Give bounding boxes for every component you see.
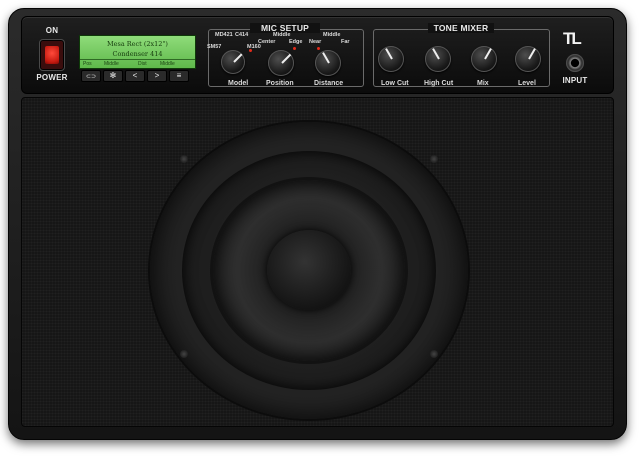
high-cut-knob[interactable] — [425, 46, 451, 72]
distance-option-near: Near — [309, 39, 322, 45]
next-button[interactable]: > — [147, 70, 167, 82]
distance-label: Distance — [314, 80, 344, 87]
power-lamp — [45, 46, 59, 64]
speaker — [150, 122, 468, 419]
menu-icon: ≡ — [176, 71, 182, 80]
distance-knob[interactable] — [315, 50, 341, 76]
cabinet-name: Mesa Rect (2x12") — [107, 40, 168, 48]
speaker-screw — [180, 155, 188, 163]
prev-icon: < — [132, 71, 138, 80]
speaker-screw — [180, 350, 188, 358]
position-option-edge: Edge — [289, 39, 303, 45]
settings-button[interactable]: ✻ — [103, 70, 123, 82]
distance-option-far: Far — [341, 39, 350, 45]
brand-logo: TL — [563, 29, 582, 48]
input-jack-icon — [566, 54, 584, 72]
position-option-center: Center — [258, 39, 276, 45]
preset-display: Mesa Rect (2x12") Condenser 414 Pos Midd… — [79, 35, 196, 69]
model-label: Model — [228, 80, 249, 87]
model-option-sm57: SM57 — [207, 44, 222, 50]
mic-name: Condenser 414 — [112, 50, 163, 58]
next-icon: > — [154, 71, 160, 80]
high-cut-label: High Cut — [424, 80, 454, 87]
speaker-screw — [430, 350, 438, 358]
level-knob[interactable] — [515, 46, 541, 72]
model-knob[interactable] — [221, 50, 245, 74]
low-cut-label: Low Cut — [381, 80, 409, 87]
model-indicator — [249, 49, 252, 52]
display-status-row: Pos Middle Dist Middle — [80, 59, 195, 69]
low-cut-knob[interactable] — [378, 46, 404, 72]
model-option-c414: C414 — [235, 32, 249, 38]
position-option-middle: Middle — [273, 32, 291, 38]
distance-indicator — [317, 47, 320, 50]
input-label: INPUT — [562, 76, 588, 85]
speaker-dust-cap — [267, 230, 351, 310]
power-button[interactable] — [40, 40, 64, 70]
distance-option-middle: Middle — [323, 32, 341, 38]
power-label: POWER — [36, 73, 68, 82]
mix-label: Mix — [477, 80, 489, 87]
position-indicator — [293, 47, 296, 50]
position-tag: Pos — [83, 61, 92, 67]
position-value: Middle — [104, 61, 119, 67]
position-knob[interactable] — [268, 50, 294, 76]
position-label: Position — [266, 80, 294, 87]
level-label: Level — [518, 80, 536, 87]
distance-tag: Dist — [138, 61, 147, 67]
distance-value: Middle — [160, 61, 175, 67]
menu-button[interactable]: ≡ — [169, 70, 189, 82]
mix-knob[interactable] — [471, 46, 497, 72]
prev-button[interactable]: < — [125, 70, 145, 82]
speaker-screw — [430, 155, 438, 163]
link-icon: ⊂⊃ — [85, 74, 97, 80]
model-option-md421: MD421 — [215, 32, 233, 38]
power-on-label: ON — [45, 26, 59, 35]
settings-icon: ✻ — [109, 71, 117, 80]
tone-mixer-title: TONE MIXER — [428, 23, 494, 33]
link-button[interactable]: ⊂⊃ — [81, 70, 101, 82]
